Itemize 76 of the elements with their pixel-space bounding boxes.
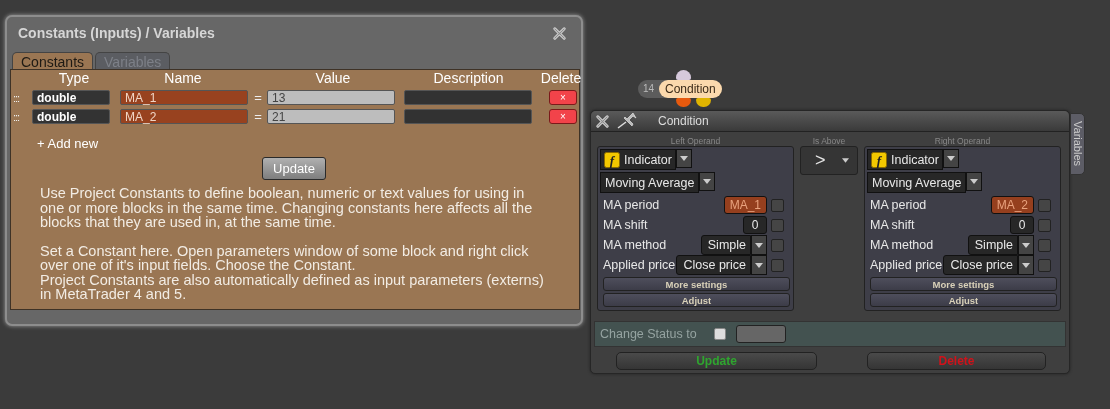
parameter-label: MA shift bbox=[603, 218, 649, 232]
checkbox[interactable] bbox=[771, 258, 784, 272]
checkbox[interactable] bbox=[771, 218, 784, 232]
operator-caption: Is Above bbox=[811, 136, 847, 146]
type-field[interactable]: double bbox=[32, 90, 110, 105]
checkbox[interactable] bbox=[713, 328, 726, 340]
status-field[interactable] bbox=[735, 325, 786, 343]
parameter-dropdown[interactable]: Close price bbox=[943, 255, 1018, 275]
dropdown-arrow[interactable] bbox=[842, 158, 849, 163]
value-field[interactable]: 13 bbox=[267, 90, 395, 105]
status-label: Change Status to bbox=[600, 327, 697, 341]
block-label[interactable]: Condition bbox=[659, 80, 722, 98]
operator-dropdown[interactable]: > bbox=[800, 146, 858, 175]
description-field[interactable] bbox=[404, 109, 532, 124]
column-header: Delete bbox=[539, 70, 583, 86]
parameter-field[interactable]: MA_2 bbox=[990, 196, 1034, 214]
window-title: Condition bbox=[658, 114, 709, 128]
help-text: Set a Constant here. Open parameters window of some block and right click over one of it's input fields. Choose the Constant. bbox=[40, 243, 530, 273]
drag-handle[interactable]: ::: bbox=[13, 91, 32, 104]
checkbox[interactable] bbox=[1038, 198, 1051, 212]
delete-button[interactable]: × bbox=[549, 109, 577, 124]
column-header: Value bbox=[314, 70, 352, 86]
column-header: Name bbox=[163, 70, 203, 86]
help-text: Project Constants are also automatically defined as input parameters (externs) in MetaTrader 4 and 5. bbox=[40, 272, 545, 302]
pin-icon[interactable] bbox=[616, 113, 638, 129]
help-text: Use Project Constants to define boolean, numeric or text values for using in one or more blocks in the same time. Changing constants here affects all the blocks that they are used in, at the same time. bbox=[40, 186, 534, 230]
settings-button[interactable]: Adjust bbox=[870, 293, 1057, 307]
parameter-dropdown[interactable]: Close price bbox=[676, 255, 751, 275]
update-button[interactable]: Update bbox=[616, 352, 817, 370]
parameter-label: Applied price bbox=[870, 258, 944, 272]
indicator-dropdown[interactable]: Moving Average bbox=[600, 172, 700, 193]
column-header: Type bbox=[57, 70, 91, 86]
checkbox[interactable] bbox=[1038, 258, 1051, 272]
settings-button[interactable]: More settings bbox=[603, 277, 790, 291]
checkbox[interactable] bbox=[1038, 218, 1051, 232]
operand-caption: Right Operand bbox=[933, 136, 992, 146]
parameter-field[interactable]: MA_1 bbox=[723, 196, 767, 214]
close-icon[interactable] bbox=[595, 113, 610, 129]
parameter-label: MA shift bbox=[870, 218, 916, 232]
settings-button[interactable]: Adjust bbox=[603, 293, 790, 307]
name-field[interactable]: MA_2 bbox=[120, 109, 248, 124]
parameter-label: Applied price bbox=[603, 258, 677, 272]
type-field[interactable]: double bbox=[32, 109, 110, 124]
description-field[interactable] bbox=[404, 90, 532, 105]
column-header: Description bbox=[432, 70, 505, 86]
function-icon: f bbox=[604, 151, 620, 168]
source-dropdown[interactable]: f Indicator bbox=[867, 149, 943, 170]
parameter-dropdown[interactable]: Simple bbox=[700, 235, 751, 255]
operand-caption: Left Operand bbox=[669, 136, 722, 146]
add-new-link[interactable]: + Add new bbox=[37, 136, 99, 151]
parameter-field[interactable]: 0 bbox=[743, 216, 767, 234]
parameter-label: MA period bbox=[870, 198, 928, 212]
delete-button[interactable]: × bbox=[549, 90, 577, 105]
indicator-dropdown[interactable]: Moving Average bbox=[867, 172, 967, 193]
value-field[interactable]: 21 bbox=[267, 109, 395, 124]
function-icon: f bbox=[871, 151, 887, 168]
equals-sign: = bbox=[253, 90, 263, 105]
drag-handle[interactable]: ::: bbox=[13, 110, 32, 123]
settings-button[interactable]: More settings bbox=[870, 277, 1057, 291]
parameter-label: MA method bbox=[870, 238, 935, 252]
checkbox[interactable] bbox=[1038, 238, 1051, 252]
parameter-dropdown[interactable]: Simple bbox=[967, 235, 1018, 255]
output-port-icon[interactable] bbox=[676, 98, 691, 107]
parameter-label: MA period bbox=[603, 198, 661, 212]
close-icon[interactable] bbox=[552, 26, 567, 41]
equals-sign: = bbox=[253, 109, 263, 124]
checkbox[interactable] bbox=[771, 238, 784, 252]
output-port-icon[interactable] bbox=[696, 98, 711, 107]
parameter-field[interactable]: 0 bbox=[1010, 216, 1034, 234]
checkbox[interactable] bbox=[771, 198, 784, 212]
input-port-icon[interactable] bbox=[676, 70, 691, 80]
variables-tab[interactable]: Variables bbox=[1070, 113, 1085, 175]
name-field[interactable]: MA_1 bbox=[120, 90, 248, 105]
parameter-label: MA method bbox=[603, 238, 668, 252]
source-dropdown[interactable]: f Indicator bbox=[600, 149, 676, 170]
window-title: Constants (Inputs) / Variables bbox=[18, 25, 215, 41]
